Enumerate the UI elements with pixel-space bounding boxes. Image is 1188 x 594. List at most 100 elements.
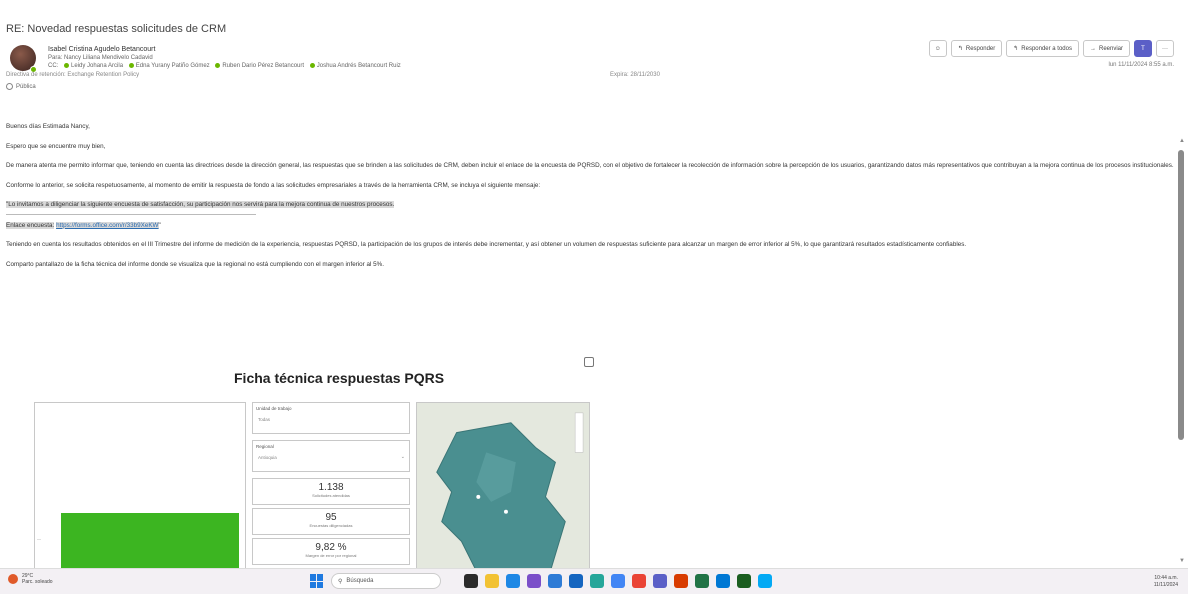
y-tick: — [37, 536, 41, 541]
separator [6, 213, 256, 215]
emoji-reaction-button[interactable]: ☺ [928, 40, 947, 57]
sensitivity-text: Pública [16, 84, 36, 91]
kpi-value: 1.138 [318, 482, 344, 493]
powerpoint-icon[interactable] [674, 574, 688, 588]
app-icon[interactable] [527, 574, 541, 588]
sensitivity-label[interactable]: Pública [6, 83, 36, 90]
kpi-caption: Solicitudes atendidas [312, 493, 350, 498]
kpi-card: 1.138 Solicitudes atendidas [252, 478, 410, 505]
taskbar-search[interactable]: ⚲ Búsqueda [331, 573, 441, 589]
cc-label: CC: [48, 63, 59, 70]
teams-chat-button[interactable]: T [1134, 40, 1152, 57]
kpi-card: 9,82 % Margen de error por regional [252, 538, 410, 565]
scroll-up-icon[interactable]: ▲ [1179, 138, 1185, 144]
kpi-value: 95 [325, 512, 337, 523]
filter-value: Todas [258, 417, 271, 422]
presence-dot-icon [64, 63, 70, 68]
chevron-down-icon: ⌄ [400, 454, 405, 460]
cc-recipient[interactable]: Leidy Johana Arcila [71, 63, 123, 69]
presence-dot-icon [309, 63, 315, 68]
map-zoom-controls [574, 412, 584, 453]
presence-dot-icon [215, 63, 221, 68]
bar-chart-panel: — [34, 402, 246, 568]
body-paragraph: Comparto pantallazo de la ficha técnica … [6, 260, 385, 268]
filter-value: Antioquia [258, 455, 277, 460]
excel-icon[interactable] [695, 574, 709, 588]
word-icon[interactable] [569, 574, 583, 588]
region-map[interactable] [416, 402, 590, 568]
app-icon[interactable] [758, 574, 772, 588]
emoji-icon: ☺ [934, 45, 941, 52]
quote-text: "Lo invitamos a diligenciar la siguiente… [6, 201, 395, 208]
email-body: Buenos días Estimada Nancy, Espero que s… [6, 122, 1174, 279]
store-icon[interactable] [506, 574, 520, 588]
search-placeholder: Búsqueda [346, 578, 374, 584]
start-icon[interactable] [310, 574, 324, 588]
link-close-quote: " [158, 221, 161, 229]
sensitivity-icon [6, 83, 13, 90]
to-recipients: Para: Nancy Liliana Mendivelo Cadavid [48, 55, 153, 61]
embedded-screenshot: Ficha técnica respuestas PQRS — Unidad d… [30, 360, 590, 568]
filter-unidad[interactable]: Unidad de trabajo Todas [252, 402, 410, 434]
kpi-caption: Margen de error por regional [305, 553, 357, 558]
filters-column: Unidad de trabajo Todas Regional Antioqu… [252, 402, 410, 568]
map-svg [417, 403, 589, 568]
filter-label: Regional [256, 444, 274, 449]
forward-button[interactable]: → Reenviar [1082, 40, 1130, 57]
app-icon[interactable] [611, 574, 625, 588]
forward-icon: → [1089, 45, 1096, 52]
cc-recipient[interactable]: Ruben Dario Pérez Betancourt [222, 63, 304, 69]
scrollbar-thumb[interactable] [1178, 150, 1184, 440]
reply-all-icon: ↰ [1013, 46, 1019, 52]
to-label: Para: [48, 55, 63, 61]
email-subject: RE: Novedad respuestas solicitudes de CR… [6, 23, 227, 35]
filter-label: Unidad de trabajo [256, 406, 292, 411]
teams-icon[interactable] [653, 574, 667, 588]
survey-link[interactable]: https://forms.office.com/r/33b9XeKW [56, 221, 159, 229]
filter-regional[interactable]: Regional Antioquia ⌄ [252, 440, 410, 472]
clock-time: 10:44 a.m. [1154, 575, 1178, 581]
survey-link-line: Enlace encuesta: https://forms.office.co… [6, 221, 1174, 231]
cc-recipient[interactable]: Edna Yurany Patiño Gómez [136, 63, 210, 69]
reply-button[interactable]: ↰ Responder [950, 40, 1003, 57]
outlook-icon[interactable] [548, 574, 562, 588]
onedrive-icon[interactable] [716, 574, 730, 588]
weather-desc: Parc. soleado [22, 579, 53, 585]
figure-title: Ficha técnica respuestas PQRS [234, 370, 445, 386]
weather-icon [8, 574, 18, 584]
chrome-icon[interactable] [632, 574, 646, 588]
body-paragraph: Teniendo en cuenta los resultados obteni… [6, 241, 967, 248]
presence-dot-icon [128, 63, 134, 68]
expiry-date: Expira: 28/11/2030 [610, 72, 660, 78]
map-point [476, 494, 481, 499]
to-recipient[interactable]: Nancy Liliana Mendivelo Cadavid [64, 55, 153, 61]
message-date: lun 11/11/2024 8:55 a.m. [1108, 62, 1175, 68]
file-explorer-icon[interactable] [485, 574, 499, 588]
email-reading-pane: RE: Novedad respuestas solicitudes de CR… [0, 0, 1188, 568]
kpi-value: 9,82 % [315, 542, 347, 553]
greeting: Buenos días Estimada Nancy, [6, 123, 90, 130]
retention-policy: Directiva de retención: Exchange Retenti… [6, 72, 140, 78]
reply-all-label: Responder a todos [1021, 45, 1072, 52]
system-clock[interactable]: 10:44 a.m. 11/11/2024 [1154, 575, 1178, 589]
message-actions: ☺ ↰ Responder ↰ Responder a todos → Reenvia… [928, 40, 1174, 57]
reply-all-button[interactable]: ↰ Responder a todos [1006, 40, 1079, 57]
more-icon: ··· [1162, 45, 1168, 52]
teams-icon: T [1141, 45, 1145, 52]
taskbar-apps: ⚲ Búsqueda [310, 573, 772, 589]
reply-icon: ↰ [957, 46, 963, 52]
more-actions-button[interactable]: ··· [1156, 40, 1174, 57]
app-icon[interactable] [737, 574, 751, 588]
body-paragraph: Espero que se encuentre muy bien, [6, 142, 106, 150]
sender-name[interactable]: Isabel Cristina Agudelo Betancourt [48, 46, 155, 53]
weather-widget[interactable]: 29°C Parc. soleado [8, 573, 53, 585]
edge-icon[interactable] [590, 574, 604, 588]
kpi-card: 95 Encuestas diligenciadas [252, 508, 410, 535]
body-paragraph: Conforme lo anterior, se solicita respet… [6, 181, 541, 189]
cc-recipient[interactable]: Joshua Andrés Betancourt Ruiz [317, 63, 401, 69]
task-view-icon[interactable] [464, 574, 478, 588]
taskbar: 29°C Parc. soleado ⚲ Búsqueda 10:44 a.m.… [0, 568, 1188, 594]
map-point [503, 509, 508, 514]
reply-label: Responder [965, 45, 996, 52]
scroll-down-icon[interactable]: ▼ [1179, 558, 1185, 564]
